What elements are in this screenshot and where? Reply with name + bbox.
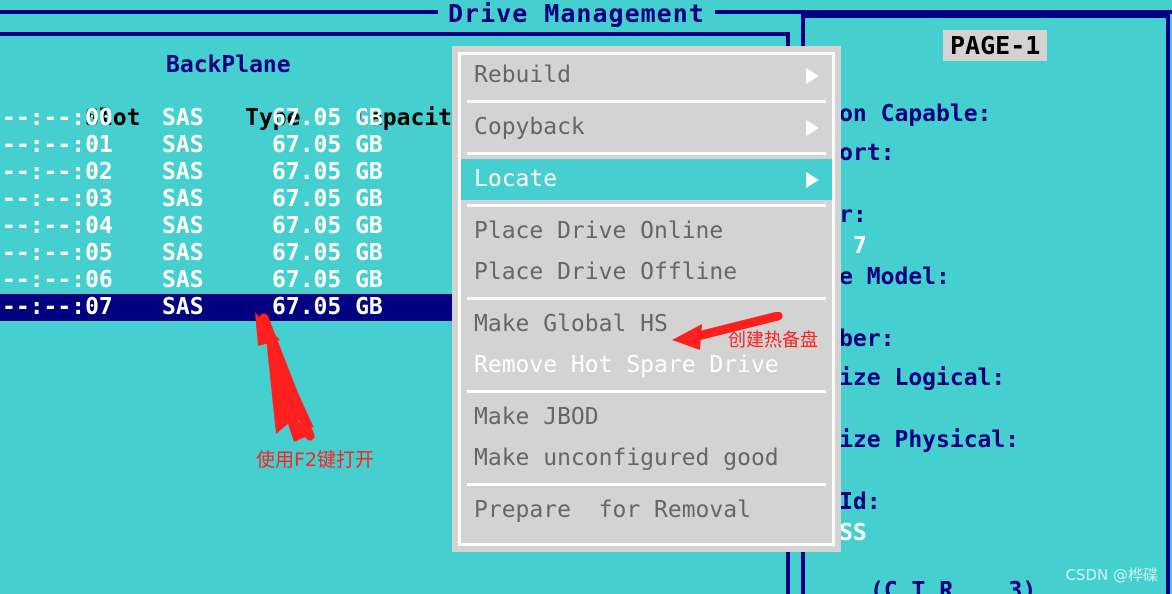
menu-separator [467, 152, 826, 155]
drive-table: Slot Type Capacity --:--:00 SAS 67.05 GB --:-… [0, 78, 466, 321]
drive-capacity: 67.05 GB [272, 240, 383, 266]
drive-row[interactable]: --:--:01 SAS 67.05 GB [0, 132, 452, 159]
info-key: closure Model: [806, 264, 950, 290]
menu-item[interactable]: Copyback [461, 107, 832, 148]
drive-type: SAS [162, 213, 204, 239]
context-menu-inner: Rebuild Copyback Locate Place Drive Online P… [458, 52, 835, 546]
menu-separator [467, 483, 826, 486]
chevron-right-icon [806, 172, 819, 188]
drive-capacity: 67.05 GB [272, 132, 383, 158]
drive-capacity: 67.05 GB [272, 186, 383, 212]
menu-item[interactable]: Locate [461, 159, 832, 200]
drive-type: SAS [162, 132, 204, 158]
info-key: nnector: [806, 200, 1166, 231]
page-title: Drive Management [438, 0, 715, 28]
info-value: PIO [806, 293, 1166, 324]
drive-info-lines: cured: cryption Capable: M Support: sabledn… [806, 60, 1166, 549]
drive-type: SAS [162, 267, 204, 293]
drive-type: SAS [162, 159, 204, 185]
drive-slot: --:--:03 [2, 186, 113, 212]
menu-separator [467, 100, 826, 103]
menu-item-label: Make JBOD [474, 404, 599, 430]
chevron-right-icon [806, 68, 819, 84]
drive-row[interactable]: --:--:00 SAS 67.05 GB [0, 105, 452, 132]
menu-item-label: Copyback [474, 114, 585, 140]
drive-capacity: 67.05 GB [272, 294, 383, 320]
info-key: cured: [806, 60, 1166, 91]
info-value: sabled [806, 169, 1166, 200]
menu-item-label: Place Drive Offline [474, 259, 738, 285]
drive-row[interactable]: --:--:04 SAS 67.05 GB [0, 213, 452, 240]
drive-type: SAS [162, 186, 204, 212]
drive-slot: --:--:04 [2, 213, 113, 239]
drive-rows: --:--:00 SAS 67.05 GB --:--:01 SAS 67.05 GB --… [0, 105, 452, 321]
drive-type: SAS [162, 240, 204, 266]
backplane-label: BackPlane [166, 52, 291, 78]
drive-slot: --:--:06 [2, 267, 113, 293]
menu-item-label: Prepare for Removal [474, 497, 751, 523]
info-key: ctor Size Physical: [806, 427, 1020, 453]
frame-right-edge [1166, 14, 1170, 594]
annotation-text-f2: 使用F2键打开 [256, 449, 375, 471]
chevron-right-icon [806, 120, 819, 136]
drive-slot: --:--:05 [2, 240, 113, 266]
annotation-text-hs: 创建热备盘 [728, 330, 818, 351]
menu-item-label: Rebuild [474, 62, 571, 88]
menu-item[interactable]: Rebuild [461, 55, 832, 96]
menu-item[interactable]: Place Drive Online [461, 211, 832, 252]
drive-slot: --:--:01 [2, 132, 113, 158]
menu-item[interactable]: Make unconfigured good [461, 438, 832, 479]
drive-slot: --:--:02 [2, 159, 113, 185]
bottom-clipped-text: (C T R 3) [870, 578, 1037, 594]
drive-type: SAS [162, 105, 204, 131]
info-key: cryption Capable: [806, 101, 992, 127]
menu-item[interactable]: Make JBOD [461, 397, 832, 438]
drive-management-screen: Drive Management BackPlane Slot Type Capac… [0, 0, 1172, 594]
drive-info-panel: PAGE-1 cured: cryption Capable: M Support:… [806, 12, 1166, 582]
menu-item-label: Make Global HS [474, 311, 668, 337]
drive-capacity: 67.05 GB [272, 105, 383, 131]
drive-capacity: 67.05 GB [272, 213, 383, 239]
drive-row[interactable]: --:--:06 SAS 67.05 GB [0, 267, 452, 294]
info-key: oduct Id: [806, 489, 881, 515]
drive-capacity: 67.05 GB [272, 159, 383, 185]
drive-row[interactable]: --:--:07 SAS 67.05 GB [0, 294, 452, 321]
drive-context-menu[interactable]: Rebuild Copyback Locate Place Drive Online P… [452, 46, 841, 552]
annotation-arrow-f2 [255, 312, 315, 442]
menu-item-label: Locate [474, 166, 558, 192]
drive-row[interactable]: --:--:05 SAS 67.05 GB [0, 240, 452, 267]
drive-row[interactable]: --:--:02 SAS 67.05 GB [0, 159, 452, 186]
info-value: 2.00 B [806, 394, 1166, 425]
info-value: 373454SS [806, 518, 1166, 549]
info-value: 2.00 B [806, 456, 1166, 487]
menu-separator [467, 204, 826, 207]
info-key: ot Number: [806, 326, 895, 352]
drive-table-header: Slot Type Capacity [0, 78, 466, 131]
menu-item-label: Remove Hot Spare Drive [474, 352, 779, 378]
menu-item-label: Place Drive Online [474, 218, 724, 244]
menu-separator [467, 390, 826, 393]
drive-slot: --:--:07 [2, 294, 113, 320]
menu-item[interactable]: Place Drive Offline [461, 252, 832, 293]
frame-hrule-upper [0, 32, 790, 36]
drive-row[interactable]: --:--:03 SAS 67.05 GB [0, 186, 452, 213]
info-value: rt 4 - 7 [806, 233, 867, 259]
info-key: ctor Size Logical: [806, 365, 1006, 391]
frame-top-left-line [0, 10, 438, 14]
menu-item-label: Make unconfigured good [474, 445, 779, 471]
page-badge: PAGE-1 [943, 30, 1048, 61]
drive-slot: --:--:00 [2, 105, 113, 131]
drive-capacity: 67.05 GB [272, 267, 383, 293]
drive-type: SAS [162, 294, 204, 320]
watermark: CSDN @桦碟 [1065, 566, 1158, 584]
menu-item[interactable]: Prepare for Removal [461, 490, 832, 531]
info-key: M Support: [806, 140, 895, 166]
menu-separator [467, 297, 826, 300]
